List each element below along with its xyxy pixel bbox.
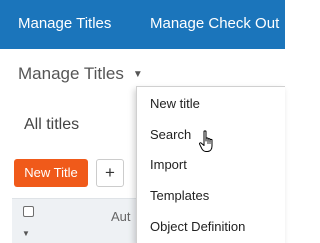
section-title: All titles [24, 116, 80, 133]
page-title-dropdown[interactable]: Manage Titles ▼ [18, 64, 143, 84]
caret-down-icon: ▼ [132, 69, 143, 80]
menu-item-new-title[interactable]: New title [150, 96, 200, 111]
add-button[interactable]: + [96, 159, 124, 187]
page-title: Manage Titles [18, 64, 124, 83]
nav-manage-titles[interactable]: Manage Titles [18, 15, 111, 33]
menu-item-search[interactable]: Search [150, 127, 191, 142]
hand-pointer-icon [198, 130, 213, 152]
new-title-button[interactable]: New Title [14, 159, 88, 187]
manage-titles-menu: New title Search Import Templates Object… [136, 86, 285, 243]
select-all-checkbox[interactable] [23, 206, 34, 217]
menu-item-templates[interactable]: Templates [150, 188, 209, 203]
sort-down-icon[interactable]: ▼ [22, 229, 30, 238]
column-header-author[interactable]: Aut [111, 209, 131, 224]
menu-item-import[interactable]: Import [150, 157, 187, 172]
top-navbar: Manage Titles Manage Check Out [0, 0, 285, 49]
menu-item-object-definition[interactable]: Object Definition [150, 219, 245, 234]
nav-manage-check-out[interactable]: Manage Check Out [150, 15, 279, 33]
